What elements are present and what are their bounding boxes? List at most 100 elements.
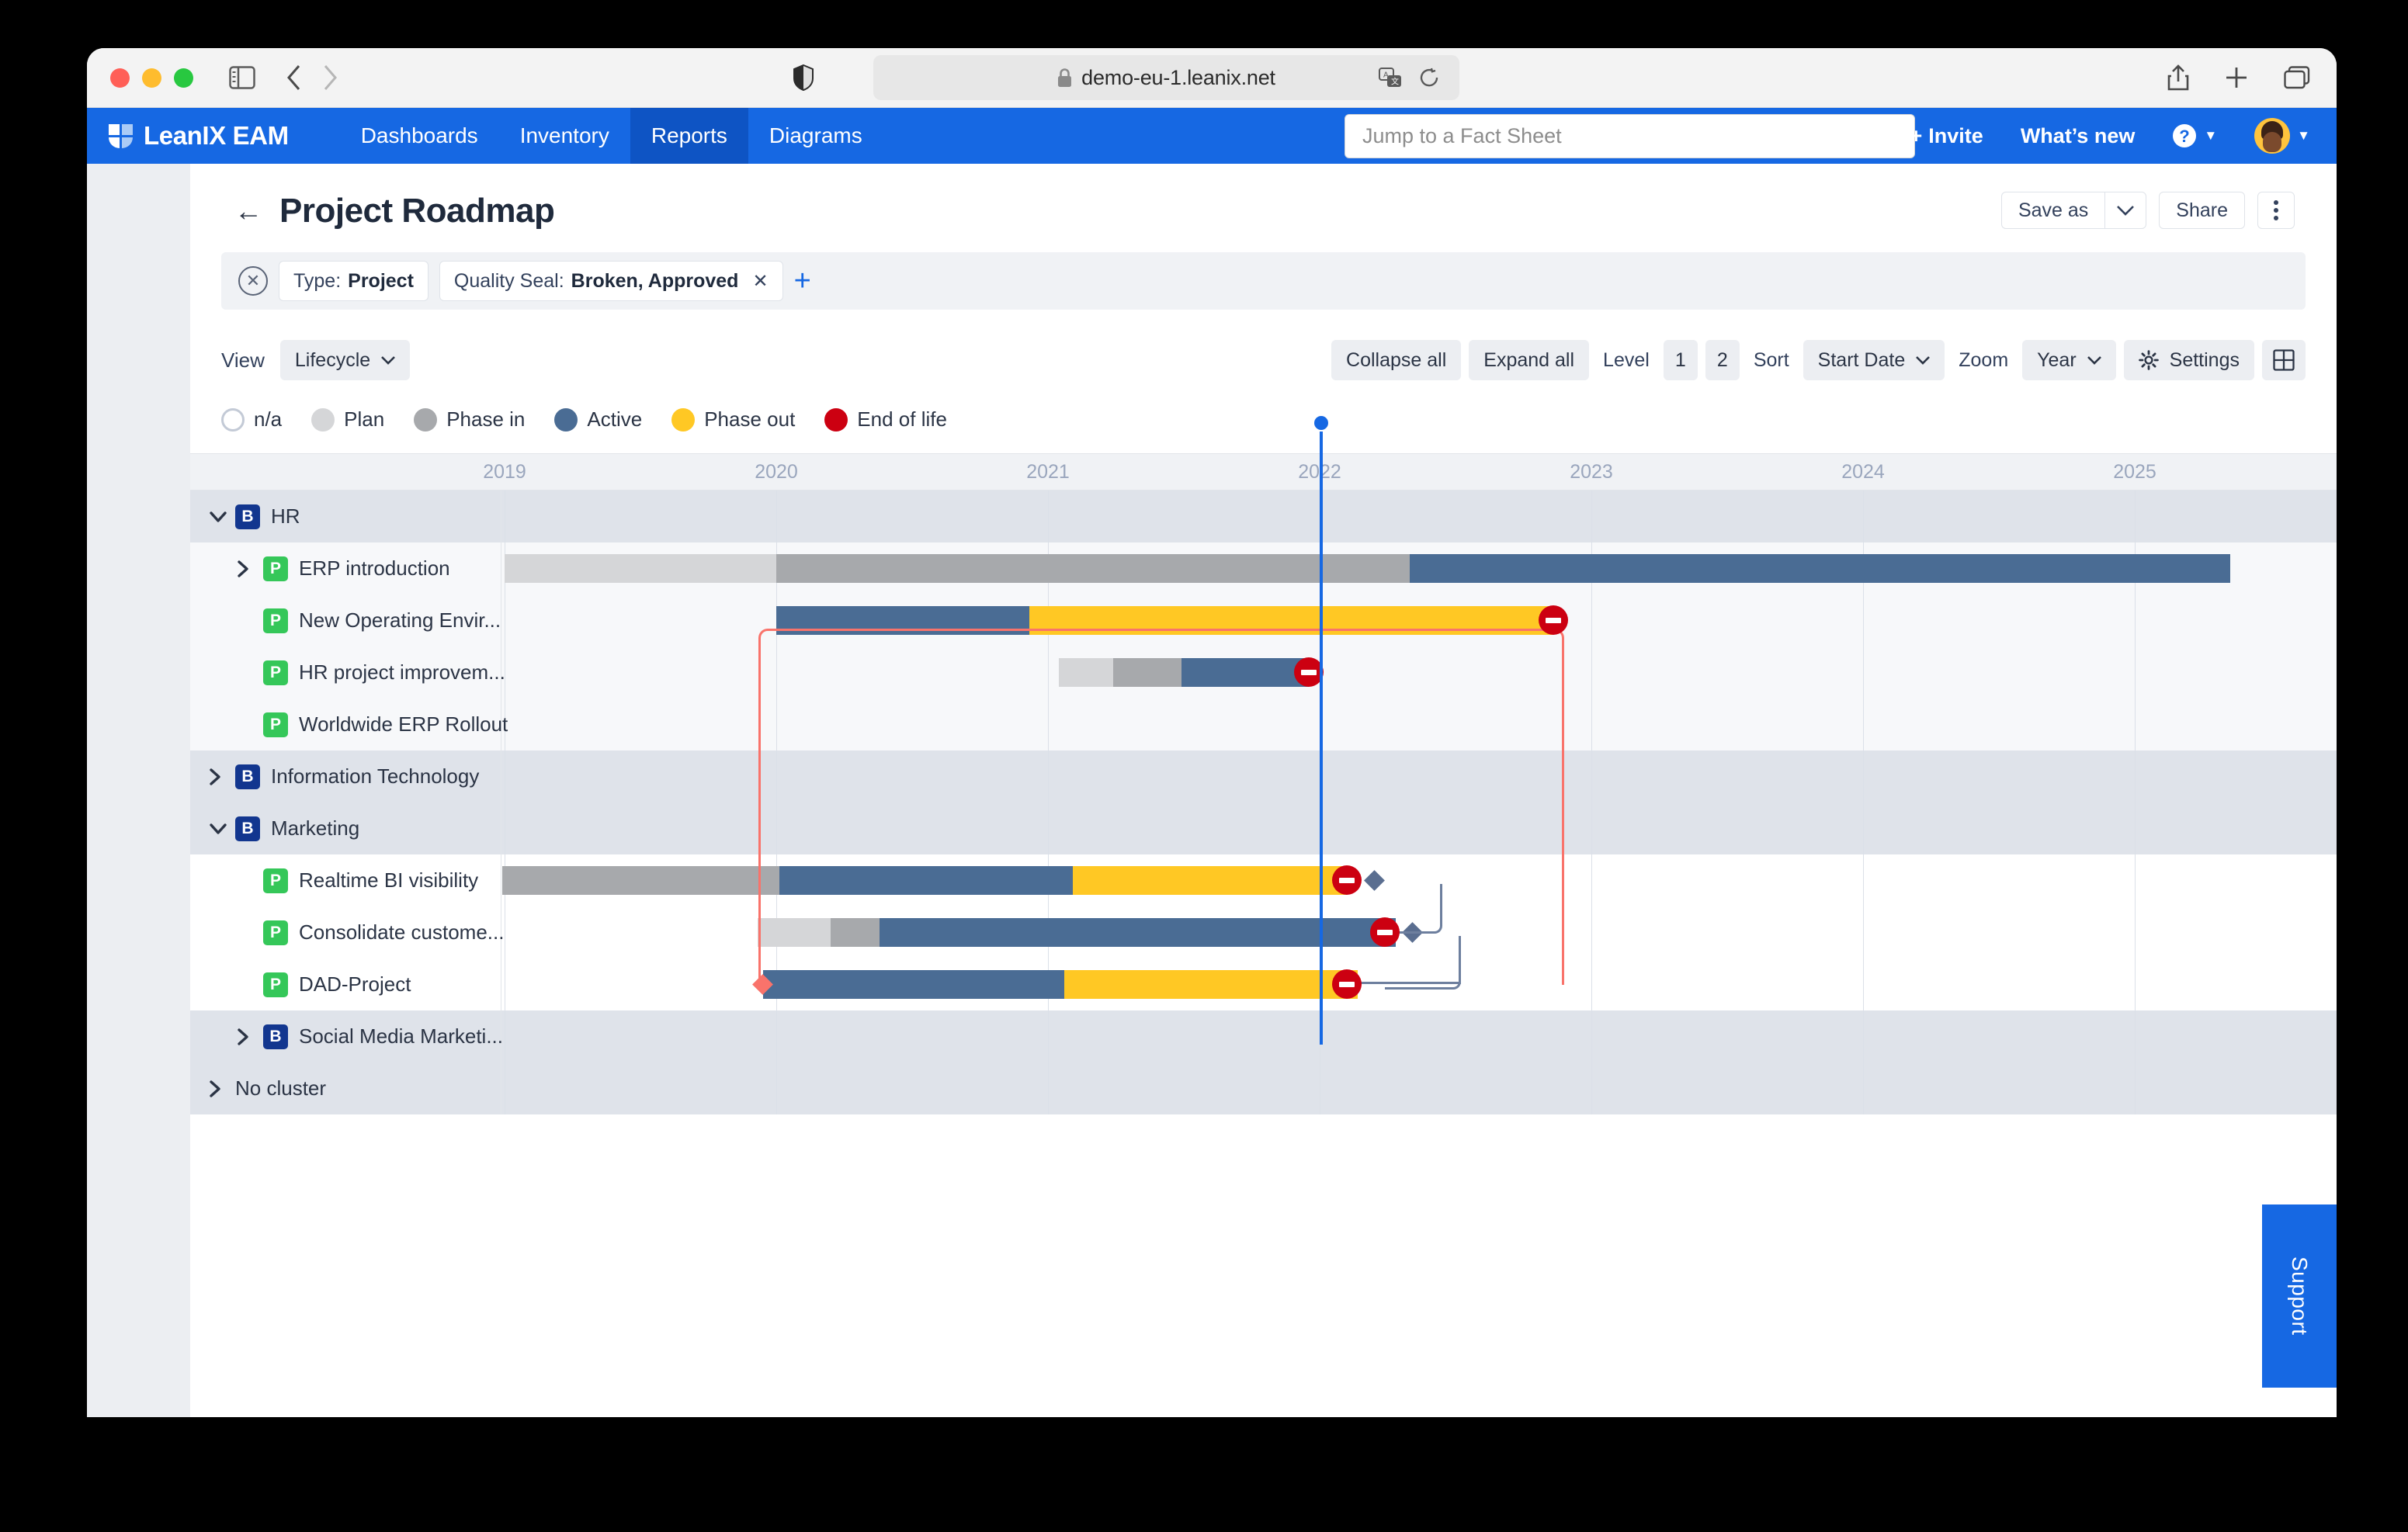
- brand-logo[interactable]: LeanIX EAM: [109, 121, 289, 151]
- legend-item-active[interactable]: Active: [554, 407, 642, 432]
- fact-sheet-search-input[interactable]: Jump to a Fact Sheet: [1345, 113, 1915, 158]
- filter-chip-value: Broken, Approved: [571, 269, 739, 292]
- window-traffic-lights[interactable]: [110, 68, 193, 88]
- gantt-group-row[interactable]: B Social Media Marketi...: [190, 1010, 2337, 1062]
- chevron-down-icon[interactable]: [209, 511, 235, 523]
- maximize-window-button[interactable]: [174, 68, 193, 88]
- gantt-row-name: Consolidate custome...: [299, 920, 505, 944]
- legend-item-phase-out[interactable]: Phase out: [671, 407, 795, 432]
- address-bar[interactable]: demo-eu-1.leanix.net A文: [873, 55, 1459, 100]
- save-as-split-button[interactable]: Save as: [2000, 192, 2147, 229]
- gantt-row-label-cell[interactable]: P ERP introduction: [190, 542, 501, 594]
- gantt-row-label-cell[interactable]: P Worldwide ERP Rollout: [190, 698, 508, 750]
- level-1-button[interactable]: 1: [1663, 340, 1698, 380]
- gantt-row-label-cell[interactable]: P Realtime BI visibility: [190, 854, 501, 906]
- forward-chevron-icon[interactable]: [322, 64, 338, 91]
- view-select[interactable]: Lifecycle: [279, 340, 411, 380]
- grid-layout-icon[interactable]: [2262, 340, 2306, 380]
- axis-year-2019: 2019: [483, 461, 526, 483]
- nav-item-inventory[interactable]: Inventory: [499, 108, 630, 164]
- chevron-right-icon[interactable]: [209, 768, 235, 786]
- new-tab-icon[interactable]: [2225, 66, 2248, 89]
- back-chevron-icon[interactable]: [286, 64, 302, 91]
- nav-item-dashboards[interactable]: Dashboards: [340, 108, 499, 164]
- nav-item-reports[interactable]: Reports: [630, 108, 748, 164]
- help-menu[interactable]: ? ▼: [2172, 123, 2217, 148]
- filter-chip-type[interactable]: Type: Project: [279, 261, 429, 301]
- gridline: [1048, 1010, 1049, 1062]
- today-marker-dot: [1314, 416, 1328, 430]
- save-as-button[interactable]: Save as: [2000, 192, 2105, 229]
- end-of-life-marker[interactable]: [1332, 969, 1362, 999]
- nav-item-diagrams[interactable]: Diagrams: [748, 108, 883, 164]
- level-2-button[interactable]: 2: [1705, 340, 1740, 380]
- gridline: [2135, 958, 2136, 1010]
- sidebar-toggle-icon[interactable]: [229, 66, 255, 89]
- sort-select[interactable]: Start Date: [1803, 340, 1945, 380]
- gantt-row-label-cell[interactable]: B HR: [190, 490, 501, 542]
- filter-chip-label: Quality Seal:: [453, 269, 564, 292]
- chevron-right-icon[interactable]: [237, 1028, 263, 1046]
- minimize-window-button[interactable]: [142, 68, 161, 88]
- gantt-row-label-cell[interactable]: P New Operating Envir...: [190, 594, 501, 646]
- back-arrow-icon[interactable]: ←: [234, 197, 262, 225]
- filter-chip-quality-seal[interactable]: Quality Seal: Broken, Approved ✕: [439, 261, 783, 301]
- gantt-row-label-cell[interactable]: P HR project improvem...: [190, 646, 505, 698]
- gantt-row-label-cell[interactable]: P DAD-Project: [190, 958, 501, 1010]
- search-placeholder: Jump to a Fact Sheet: [1362, 123, 1562, 147]
- gantt-row-label-cell[interactable]: No cluster: [190, 1062, 501, 1114]
- gantt-row-label-cell[interactable]: B Social Media Marketi...: [190, 1010, 503, 1062]
- gantt-bar[interactable]: [505, 554, 2230, 583]
- translate-icon[interactable]: A文: [1379, 67, 1402, 88]
- chevron-right-icon[interactable]: [209, 1080, 235, 1098]
- legend-item-plan[interactable]: Plan: [311, 407, 384, 432]
- gantt-group-row[interactable]: B HR: [190, 490, 2337, 542]
- save-as-caret-button[interactable]: [2104, 192, 2147, 229]
- more-vertical-icon[interactable]: [2257, 192, 2295, 229]
- add-filter-plus-icon[interactable]: +: [794, 266, 811, 296]
- show-tabs-icon[interactable]: [2284, 66, 2310, 89]
- axis-year-2020: 2020: [755, 461, 798, 483]
- gantt-row-label-cell[interactable]: B Information Technology: [190, 750, 501, 802]
- gantt-row[interactable]: P ERP introduction: [190, 542, 2337, 594]
- gridline: [1591, 750, 1592, 802]
- zoom-select[interactable]: Year: [2022, 340, 2116, 380]
- gantt-row-label-cell[interactable]: P Consolidate custome...: [190, 906, 505, 958]
- gridline: [776, 1062, 777, 1114]
- page-body: ← Project Roadmap Save as Share ✕ Type: …: [87, 164, 2337, 1417]
- legend-item-phase-in[interactable]: Phase in: [414, 407, 525, 432]
- browser-window: demo-eu-1.leanix.net A文 LeanIX EAM Dashb…: [87, 48, 2337, 1417]
- filter-bar: ✕ Type: Project Quality Seal: Broken, Ap…: [221, 252, 2306, 310]
- gantt-rows: B HR P ERP introduction P New Operating Envir…: [190, 490, 2337, 1114]
- clear-filters-icon[interactable]: ✕: [238, 266, 268, 296]
- business-capability-badge: B: [235, 816, 260, 841]
- legend-item-end-of-life[interactable]: End of life: [824, 407, 947, 432]
- end-of-life-marker[interactable]: [1332, 865, 1362, 895]
- close-window-button[interactable]: [110, 68, 130, 88]
- gantt-row-label-cell[interactable]: B Marketing: [190, 802, 501, 854]
- chevron-down-icon[interactable]: [209, 823, 235, 835]
- reload-icon[interactable]: [1419, 68, 1439, 88]
- collapse-all-button[interactable]: Collapse all: [1331, 340, 1462, 380]
- share-button[interactable]: Share: [2159, 192, 2245, 229]
- chevron-right-icon[interactable]: [237, 560, 263, 578]
- settings-button[interactable]: Settings: [2123, 340, 2254, 380]
- expand-all-button[interactable]: Expand all: [1469, 340, 1590, 380]
- gridline: [1591, 958, 1592, 1010]
- invite-button[interactable]: + Invite: [1910, 124, 1983, 148]
- privacy-shield-icon[interactable]: [793, 64, 814, 91]
- whats-new-button[interactable]: What’s new: [2021, 124, 2136, 148]
- business-capability-badge: B: [235, 504, 260, 529]
- legend-swatch: [671, 407, 696, 432]
- chrome-right-actions: [2167, 64, 2310, 91]
- gantt-group-row[interactable]: No cluster: [190, 1062, 2337, 1114]
- gantt-segment-plan: [505, 554, 776, 583]
- support-tab[interactable]: Support: [2262, 1204, 2337, 1388]
- end-of-life-marker[interactable]: [1539, 605, 1568, 635]
- legend-item-n-a[interactable]: n/a: [221, 407, 282, 432]
- share-icon[interactable]: [2167, 64, 2189, 91]
- end-of-life-marker[interactable]: [1370, 917, 1400, 947]
- user-menu[interactable]: ▼: [2254, 118, 2310, 154]
- leanix-logo-icon: [109, 123, 133, 148]
- close-x-icon[interactable]: ✕: [752, 270, 768, 293]
